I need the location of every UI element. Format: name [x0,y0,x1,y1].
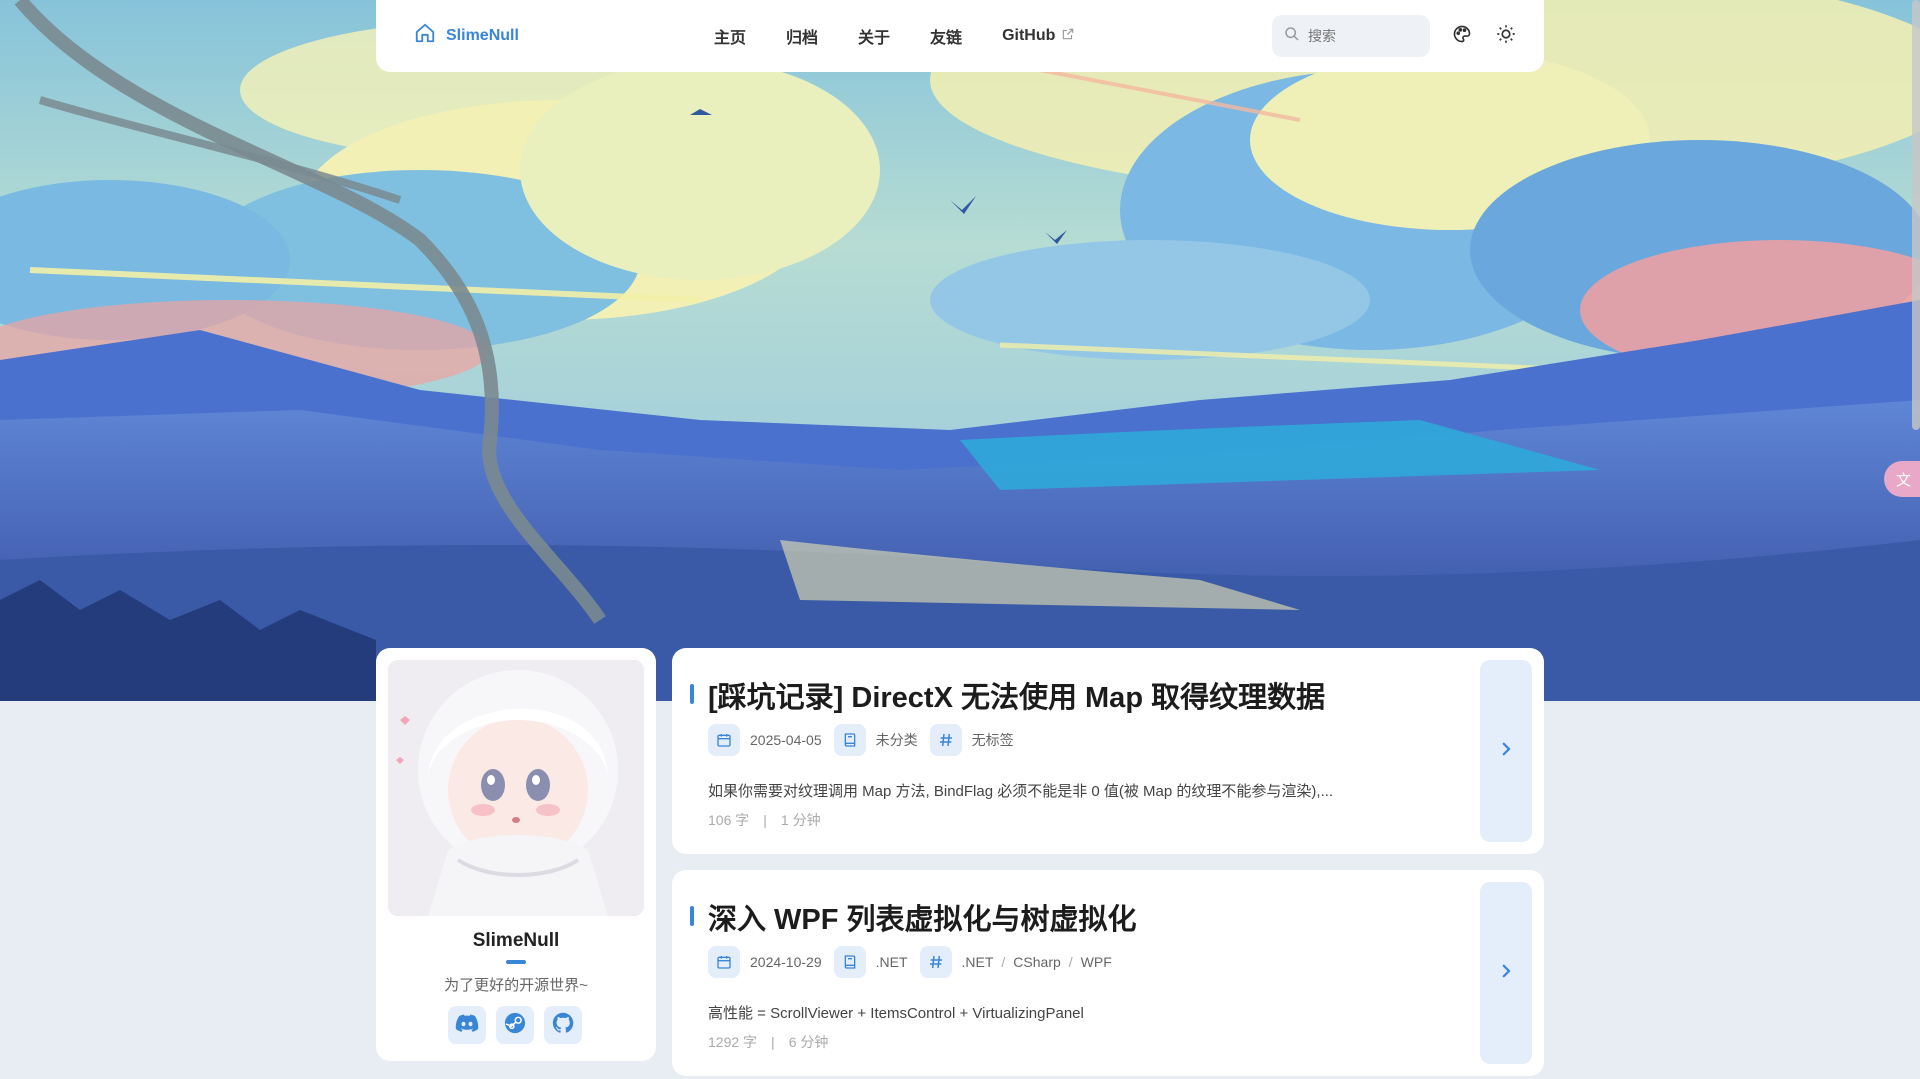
read-time: 1 分钟 [780,812,821,828]
post-title[interactable]: [踩坑记录] DirectX 无法使用 Map 取得纹理数据 [708,674,1325,716]
search-icon [1284,26,1300,47]
title-accent-bar [690,684,694,704]
post-tag[interactable]: 无标签 [972,730,1014,750]
profile-name-underline [506,960,526,964]
external-link-icon [1061,27,1075,46]
menu-item-github[interactable]: GitHub [1002,24,1075,48]
palette-icon [1452,24,1472,49]
book-icon [833,946,866,978]
post-tag[interactable]: CSharp [1013,954,1060,970]
stats-divider: | [771,1034,775,1050]
menu-item-archive[interactable]: 归档 [786,24,818,48]
brand-name: SlimeNull [446,26,519,44]
post-excerpt: 如果你需要对纹理调用 Map 方法, BindFlag 必须不能是非 0 值(被… [708,783,1334,800]
post-category-text[interactable]: .NET [876,954,908,970]
word-count: 106 字 [708,812,750,828]
post-tag[interactable]: .NET [962,954,994,970]
post-excerpt: 高性能 = ScrollViewer + ItemsControl + Virt… [708,1005,1084,1022]
post-stats: 1292 字 | 6 分钟 [708,1032,828,1052]
post-card[interactable]: [踩坑记录] DirectX 无法使用 Map 取得纹理数据 2025-04-0… [672,648,1544,854]
post-date-text: 2024-10-29 [750,954,822,970]
social-links [448,1006,582,1044]
hero-banner [0,0,1920,701]
github-icon [552,1012,574,1039]
post-tags: .NET / CSharp / WPF [919,946,1112,978]
search-input[interactable] [1308,28,1418,44]
post-meta: 2025-04-05 未分类 无标签 [708,724,1026,756]
palette-button[interactable] [1450,24,1474,48]
brand-link[interactable]: SlimeNull [414,22,519,49]
page-scrollbar[interactable] [1912,0,1920,430]
top-nav: SlimeNull 主页 归档 关于 友链 GitHub [376,0,1544,72]
post-category: 未分类 [833,724,918,756]
hash-icon [919,946,952,978]
translate-button[interactable]: 文 [1884,461,1920,497]
open-post-button[interactable] [1480,882,1532,1064]
menu-item-github-label: GitHub [1002,27,1056,44]
sun-icon [1496,24,1516,49]
profile-card: SlimeNull 为了更好的开源世界~ [376,648,656,1061]
steam-button[interactable] [496,1006,534,1044]
menu-item-friends[interactable]: 友链 [930,24,962,48]
open-post-button[interactable] [1480,660,1532,842]
profile-bio: 为了更好的开源世界~ [444,977,588,994]
theme-toggle-button[interactable] [1494,24,1518,48]
landscape-illustration [0,0,1920,701]
post-title[interactable]: 深入 WPF 列表虚拟化与树虚拟化 [708,896,1137,938]
search-box[interactable] [1272,15,1430,57]
read-time: 6 分钟 [788,1034,829,1050]
calendar-icon [708,724,740,756]
main-menu: 主页 归档 关于 友链 GitHub [714,24,1115,48]
chevron-right-icon [1497,962,1515,985]
chevron-right-icon [1497,740,1515,763]
github-button[interactable] [544,1006,582,1044]
post-category: .NET [833,946,908,978]
tag-separator: / [1068,954,1073,970]
tag-separator: / [1001,954,1006,970]
title-accent-bar [690,906,694,926]
post-meta: 2024-10-29 .NET .NET / CSharp / WPF [708,946,1124,978]
post-card[interactable]: 深入 WPF 列表虚拟化与树虚拟化 2024-10-29 .NET .NET /… [672,870,1544,1076]
home-icon [414,22,436,49]
post-date: 2024-10-29 [708,946,822,978]
menu-item-about[interactable]: 关于 [858,24,890,48]
calendar-icon [708,946,740,978]
steam-icon [504,1012,526,1039]
post-tag[interactable]: WPF [1081,954,1112,970]
post-date: 2025-04-05 [708,724,822,756]
profile-name: SlimeNull [472,930,560,951]
menu-item-home[interactable]: 主页 [714,24,746,48]
stats-divider: | [763,812,767,828]
hash-icon [929,724,962,756]
post-stats: 106 字 | 1 分钟 [708,810,821,830]
discord-button[interactable] [448,1006,486,1044]
post-tags: 无标签 [929,724,1014,756]
post-category-text[interactable]: 未分类 [876,730,918,750]
word-count: 1292 字 [708,1034,758,1050]
post-date-text: 2025-04-05 [750,732,822,748]
discord-icon [455,1013,479,1038]
book-icon [833,724,866,756]
avatar [388,660,644,916]
